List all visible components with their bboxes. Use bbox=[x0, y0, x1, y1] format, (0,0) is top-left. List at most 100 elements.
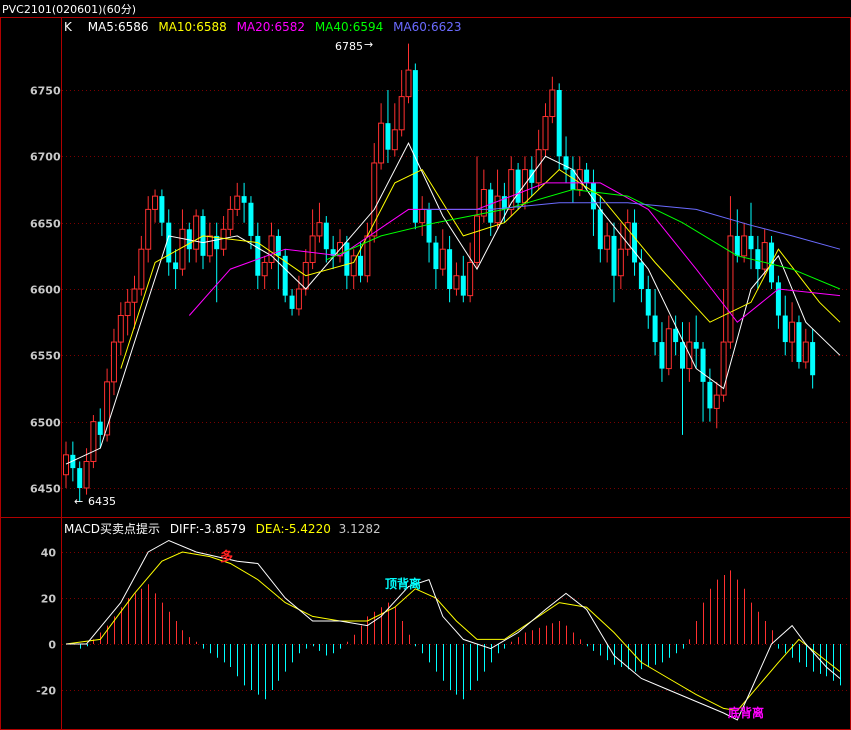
ma-legend: K MA5:6586 MA10:6588 MA20:6582 MA40:6594… bbox=[64, 20, 461, 34]
candle-body-up bbox=[309, 235, 316, 263]
candle-body-up bbox=[439, 248, 446, 270]
candle-body-up bbox=[549, 89, 556, 118]
candle-body-down bbox=[645, 289, 651, 316]
candle-body-down bbox=[597, 209, 603, 250]
candle-body-up bbox=[193, 215, 200, 250]
candle-body-up bbox=[295, 288, 302, 310]
high-marker: 6785 bbox=[335, 40, 363, 53]
candle-body-down bbox=[734, 235, 740, 256]
candle-body-up bbox=[378, 122, 385, 164]
candle-body-down bbox=[755, 249, 761, 270]
macd-dea-label: DEA:-5.4220 bbox=[256, 522, 331, 536]
candle-body-up bbox=[316, 222, 323, 237]
futures-chart: 6450 6500 6550 6600 6650 6700 6750 -20 0 20 40 PVC… bbox=[0, 0, 851, 730]
candle-body-up bbox=[117, 315, 124, 343]
candle-body-up bbox=[542, 116, 549, 151]
candle-body-down bbox=[97, 421, 103, 435]
candle-body-down bbox=[638, 262, 644, 289]
candle-body-down bbox=[556, 90, 562, 157]
candle-body-down bbox=[426, 209, 432, 243]
candle-body-down bbox=[248, 202, 254, 236]
candle-body-down bbox=[810, 342, 816, 376]
candle-body-up bbox=[131, 288, 138, 303]
legend-ma40: MA40:6594 bbox=[315, 20, 383, 34]
candle-body-up bbox=[604, 235, 611, 250]
candle-body-down bbox=[632, 222, 638, 263]
candle-body-up bbox=[419, 208, 426, 224]
macd-legend: MACD买卖点提示 DIFF:-3.8579 DEA:-5.4220 3.128… bbox=[64, 521, 381, 536]
candle-body-down bbox=[680, 342, 685, 369]
candle-body-up bbox=[480, 189, 487, 217]
macd-diff-label: DIFF:-3.8579 bbox=[170, 522, 246, 536]
candle-body-up bbox=[802, 341, 809, 363]
macd-title: MACD买卖点提示 bbox=[64, 521, 160, 536]
candle-body-down bbox=[344, 242, 350, 276]
candle-body-up bbox=[63, 454, 69, 476]
candle-body-down bbox=[77, 468, 83, 488]
candle-body-up bbox=[110, 341, 117, 383]
legend-prefix: K bbox=[64, 20, 73, 34]
legend-ma5: MA5:6586 bbox=[88, 20, 149, 34]
candle-body-down bbox=[584, 169, 590, 183]
candle-body-down bbox=[488, 189, 494, 223]
candle-body-down bbox=[412, 70, 418, 223]
macd-tick-label: 0 bbox=[48, 639, 56, 652]
candle-body-down bbox=[323, 222, 329, 250]
candle-body-down bbox=[460, 275, 466, 296]
macd-value-label: 3.1282 bbox=[339, 522, 381, 536]
price-tick-label: 6600 bbox=[30, 284, 61, 297]
candle-body-down bbox=[652, 315, 658, 343]
candle-body-up bbox=[474, 215, 480, 263]
candle-body-up bbox=[138, 248, 145, 290]
candle-body-up bbox=[453, 275, 460, 290]
candle-body-down bbox=[159, 196, 165, 223]
annotation-long: 多 bbox=[220, 549, 233, 565]
legend-ma60: MA60:6623 bbox=[393, 20, 461, 34]
candle-body-down bbox=[289, 295, 295, 309]
legend-ma10: MA10:6588 bbox=[158, 20, 226, 34]
candle-body-up bbox=[665, 328, 672, 370]
annotation-top-divergence: 顶背离 bbox=[385, 576, 421, 591]
candle-body-up bbox=[152, 195, 159, 210]
candle-body-up bbox=[234, 195, 241, 210]
annotation-bottom-divergence: 底背离 bbox=[728, 705, 764, 720]
candle-body-up bbox=[617, 248, 624, 277]
candle-body-down bbox=[659, 342, 665, 369]
price-tick-label: 6650 bbox=[30, 218, 61, 231]
candle-body-down bbox=[529, 169, 535, 183]
candle-body-up bbox=[467, 261, 474, 297]
candle-body-down bbox=[796, 322, 802, 362]
high-arrow-icon: → bbox=[364, 38, 373, 51]
price-tick-label: 6700 bbox=[30, 151, 61, 164]
candle-body-up bbox=[90, 421, 97, 462]
candle-body-up bbox=[789, 321, 796, 343]
candle-body-down bbox=[173, 262, 179, 270]
candle-body-down bbox=[700, 348, 706, 382]
candle-body-down bbox=[515, 169, 521, 203]
candle-body-up bbox=[227, 208, 234, 230]
candle-body-up bbox=[713, 394, 720, 409]
candle-body-up bbox=[83, 460, 90, 489]
price-tick-label: 6500 bbox=[30, 417, 61, 430]
candle-body-down bbox=[782, 315, 788, 343]
candle-body-down bbox=[611, 235, 617, 276]
candle-body-down bbox=[748, 235, 754, 250]
candle-body-down bbox=[447, 249, 453, 289]
price-tick-label: 6750 bbox=[30, 85, 61, 98]
candle-body-up bbox=[371, 162, 378, 237]
candle-body-up bbox=[391, 129, 398, 151]
candle-body-up bbox=[124, 301, 131, 317]
candle-body-down bbox=[385, 123, 391, 150]
macd-tick-label: 40 bbox=[41, 547, 57, 560]
price-tick-label: 6450 bbox=[30, 483, 61, 496]
low-marker: 6435 bbox=[88, 495, 116, 508]
candle-body-down bbox=[433, 242, 439, 270]
candle-body-up bbox=[761, 242, 768, 270]
macd-tick-label: -20 bbox=[36, 685, 56, 698]
candle-body-up bbox=[398, 96, 405, 131]
legend-ma20: MA20:6582 bbox=[237, 20, 305, 34]
candle-body-down bbox=[707, 381, 713, 409]
price-tick-label: 6550 bbox=[30, 350, 61, 363]
candle-body-up bbox=[741, 235, 748, 257]
candle-body-down bbox=[673, 328, 679, 343]
